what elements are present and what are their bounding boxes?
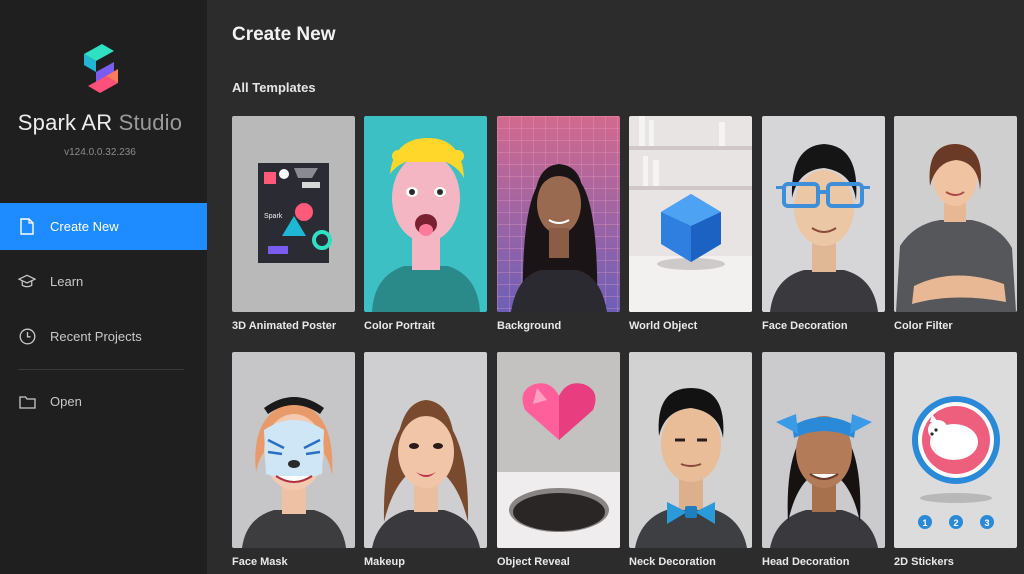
app-name: Spark AR Studio [0,110,200,136]
template-card-3d-animated-poster[interactable]: Spark 3D Animated Poster [232,116,355,332]
template-thumbnail [364,352,487,548]
app-name-sub: Studio [118,110,183,135]
template-card-head-decoration[interactable]: Head Decoration [762,352,885,568]
template-thumbnail [497,116,620,312]
sticker-step-1: 1 [922,518,927,528]
template-thumbnail [497,352,620,548]
template-label: Face Decoration [762,320,848,332]
template-label: Head Decoration [762,556,850,568]
page-title: Create New [232,24,336,45]
template-card-neck-decoration[interactable]: Neck Decoration [629,352,752,568]
template-thumbnail [762,352,885,548]
app-name-main: Spark AR [17,110,113,135]
sticker-step-2: 2 [953,518,958,528]
template-thumbnail [629,116,752,312]
template-thumbnail [364,116,487,312]
template-card-face-mask[interactable]: Face Mask [232,352,355,568]
sidebar-item-open[interactable]: Open [0,378,207,425]
sidebar-item-label: Recent Projects [50,329,142,344]
file-icon [18,218,36,236]
spark-ar-studio-window: Spark AR Studio v124.0.0.32.236 Create N… [0,0,1024,574]
folder-icon [18,393,36,411]
template-card-background[interactable]: Background [497,116,620,332]
template-card-world-object[interactable]: World Object [629,116,752,332]
template-card-2d-stickers[interactable]: 1 2 3 2D Stickers [894,352,1017,568]
template-card-makeup[interactable]: Makeup [364,352,487,568]
template-label: Neck Decoration [629,556,716,568]
sidebar-item-learn[interactable]: Learn [0,258,207,305]
template-card-face-decoration[interactable]: Face Decoration [762,116,885,332]
sidebar-divider [18,369,184,370]
template-card-object-reveal[interactable]: Object Reveal [497,352,620,568]
template-label: 2D Stickers [894,556,954,568]
template-thumbnail: Spark [232,116,355,312]
template-label: Color Filter [894,320,953,332]
sidebar-item-recent-projects[interactable]: Recent Projects [0,313,207,360]
template-label: Object Reveal [497,556,570,568]
sticker-step-3: 3 [984,518,989,528]
app-version: v124.0.0.32.236 [64,147,136,158]
template-thumbnail [629,352,752,548]
clock-icon [18,328,36,346]
template-card-color-portrait[interactable]: Color Portrait [364,116,487,332]
graduation-cap-icon [18,273,36,291]
template-card-color-filter[interactable]: Color Filter [894,116,1017,332]
sidebar-item-create-new[interactable]: Create New [0,203,207,250]
template-label: 3D Animated Poster [232,320,337,332]
sidebar: Spark AR Studio v124.0.0.32.236 Create N… [0,0,207,574]
poster-text: Spark [264,213,283,220]
sidebar-item-label: Learn [50,274,84,289]
template-label: World Object [629,320,698,332]
template-thumbnail [762,116,885,312]
template-label: Background [497,320,562,332]
template-thumbnail [894,116,1017,312]
sidebar-item-label: Open [50,394,82,409]
template-label: Face Mask [232,556,288,568]
spark-ar-logo [84,44,118,93]
main-content: Create New All Templates Spark 3D Animat… [207,0,1024,574]
template-thumbnail: 1 2 3 [894,352,1017,548]
sidebar-item-label: Create New [50,219,119,234]
template-label: Color Portrait [364,320,435,332]
template-thumbnail [232,352,355,548]
template-label: Makeup [364,556,405,568]
section-title: All Templates [232,80,316,95]
